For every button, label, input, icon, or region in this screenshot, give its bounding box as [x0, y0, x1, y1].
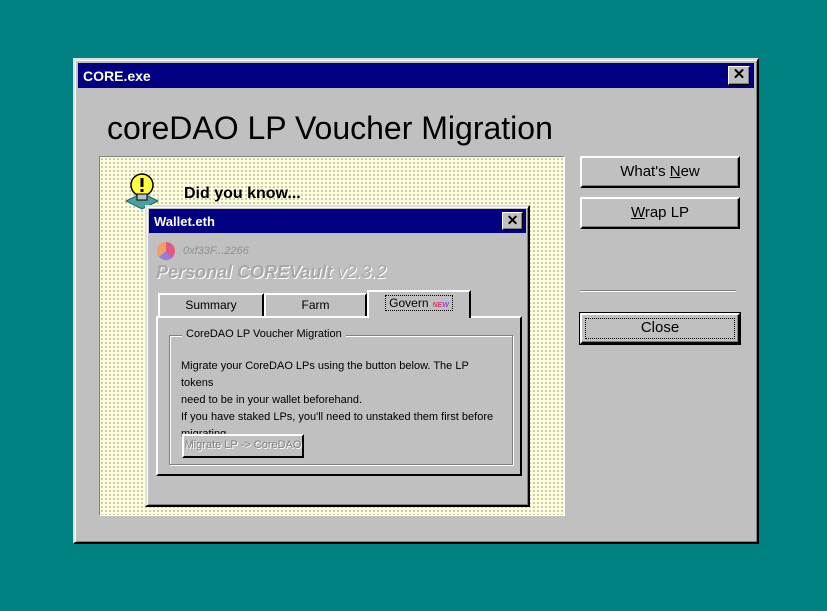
- whats-new-label-prefix: What's: [620, 163, 670, 180]
- govern-tab-panel: CoreDAO LP Voucher Migration Migrate you…: [156, 316, 522, 476]
- vault-title: Personal COREVault v2.3.2: [156, 262, 386, 283]
- tab-farm-label: Farm: [301, 298, 330, 312]
- vault-name: Personal COREVault: [156, 262, 333, 282]
- close-icon[interactable]: ✕: [502, 212, 523, 230]
- divider: [580, 290, 736, 292]
- tab-govern-label: Govern: [389, 296, 429, 310]
- tab-summary[interactable]: Summary: [158, 293, 264, 317]
- wrap-lp-label: rap LP: [644, 204, 690, 221]
- wallet-address: 0xf33F...2266: [183, 245, 249, 257]
- description-line: need to be in your wallet beforehand.: [181, 394, 363, 406]
- new-badge: NEW: [432, 302, 449, 309]
- whats-new-accelerator: N: [669, 163, 681, 180]
- tab-govern[interactable]: Govern NEW: [367, 290, 471, 318]
- migration-groupbox: CoreDAO LP Voucher Migration Migrate you…: [169, 328, 513, 465]
- whats-new-label-suffix: ew: [680, 163, 700, 180]
- main-titlebar[interactable]: CORE.exe ✕: [78, 63, 754, 88]
- groupbox-title: CoreDAO LP Voucher Migration: [182, 328, 346, 340]
- wrap-lp-button[interactable]: Wrap LP: [580, 197, 740, 229]
- wrap-lp-accelerator: W: [630, 204, 645, 221]
- description-line: Migrate your CoreDAO LPs using the butto…: [181, 360, 469, 389]
- description-line: If you have staked LPs, you'll need to u…: [181, 411, 494, 423]
- tab-govern-label-wrap: Govern NEW: [385, 295, 453, 311]
- vault-version: v2.3.2: [337, 262, 387, 282]
- tab-summary-label: Summary: [185, 298, 237, 312]
- wallet-window-title: Wallet.eth: [154, 214, 215, 229]
- close-button-label: Close: [585, 318, 735, 339]
- whats-new-button[interactable]: What's New: [580, 156, 740, 188]
- main-window-title: CORE.exe: [83, 68, 151, 84]
- migration-description: Migrate your CoreDAO LPs using the butto…: [181, 358, 501, 443]
- wallet-window: Wallet.eth ✕ 0xf33F...2266 Personal CORE…: [145, 205, 530, 507]
- close-icon[interactable]: ✕: [728, 66, 750, 85]
- did-you-know-heading: Did you know...: [184, 185, 301, 202]
- close-button[interactable]: Close: [579, 312, 741, 345]
- migrate-lp-button[interactable]: Migrate LP -> CoreDAO: [182, 434, 304, 458]
- wallet-logo-icon: [157, 242, 175, 260]
- tab-farm[interactable]: Farm: [264, 293, 367, 317]
- wallet-titlebar[interactable]: Wallet.eth ✕: [149, 209, 526, 233]
- page-title: coreDAO LP Voucher Migration: [107, 110, 553, 146]
